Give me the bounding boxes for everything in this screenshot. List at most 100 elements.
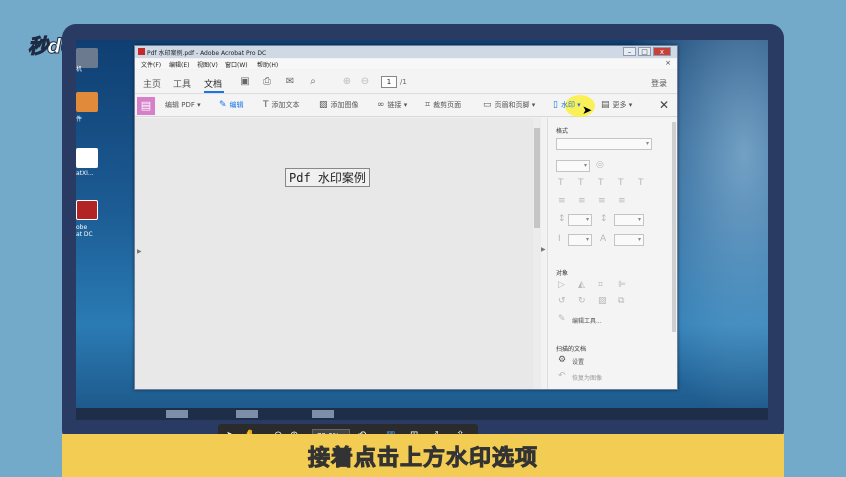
- title-bar: Pdf 水印案例.pdf - Adobe Acrobat Pro DC – □ …: [135, 46, 677, 58]
- desktop-icon-folder[interactable]: [76, 92, 98, 112]
- menu-bar: 文件(F) 编辑(E) 视图(V) 窗口(W) 帮助(H) ×: [135, 59, 677, 69]
- edit-label: 编辑: [229, 101, 244, 109]
- window-title: Pdf 水印案例.pdf - Adobe Acrobat Pro DC: [147, 50, 267, 57]
- edit-tools-label[interactable]: 编辑工具...: [572, 316, 602, 325]
- desktop-icon-label: obe at DC: [76, 224, 93, 238]
- line-spacing-select[interactable]: ▾: [568, 214, 592, 226]
- line-spacing-icon[interactable]: ↕: [558, 214, 566, 224]
- more-icon: ▤: [601, 100, 610, 110]
- watermark-icon: ▯: [553, 100, 558, 110]
- char-spacing-select[interactable]: ▾: [614, 234, 644, 246]
- settings-label[interactable]: 设置: [572, 357, 584, 366]
- font-size-select[interactable]: ▾: [556, 160, 590, 172]
- arrange-icon[interactable]: ⧉: [618, 296, 624, 306]
- header-footer-button[interactable]: ▭ 页眉和页脚 ▾: [483, 100, 535, 110]
- italic-icon[interactable]: T: [578, 178, 584, 188]
- page-number-input[interactable]: 1: [381, 76, 397, 88]
- add-image-label: 添加图像: [330, 101, 359, 109]
- text-style-icon[interactable]: T: [558, 178, 564, 188]
- scale-select[interactable]: ▾: [568, 234, 592, 246]
- desktop-icon-label: 件: [76, 116, 83, 123]
- menu-close-icon[interactable]: ×: [665, 59, 671, 67]
- email-icon[interactable]: ✉: [284, 76, 296, 88]
- document-text-box[interactable]: Pdf 水印案例: [285, 168, 370, 187]
- scale-icon[interactable]: I: [558, 234, 561, 244]
- rotate-right-icon[interactable]: ↻: [578, 296, 586, 306]
- search-icon[interactable]: ⌕: [307, 76, 319, 88]
- crop-object-icon[interactable]: ⌗: [598, 280, 603, 290]
- acrobat-window: Pdf 水印案例.pdf - Adobe Acrobat Pro DC – □ …: [134, 45, 678, 448]
- page-total: /1: [400, 78, 407, 86]
- desktop-icon-computer[interactable]: [76, 48, 98, 68]
- align-objects-icon[interactable]: ⊫: [618, 280, 626, 290]
- menu-window[interactable]: 窗口(W): [225, 60, 248, 69]
- page-down-icon[interactable]: ⊖: [359, 76, 371, 88]
- edit-pdf-dropdown[interactable]: 编辑 PDF ▾: [165, 100, 201, 110]
- subscript-icon[interactable]: T: [638, 178, 644, 188]
- edit-toolbar: ▤ 编辑 PDF ▾ ✎ 编辑 T 添加文本 ▨ 添加图像 ∞ 链接 ▾ ⌗ 裁剪页面 ▭…: [135, 95, 677, 117]
- header-footer-label: 页眉和页脚 ▾: [494, 101, 536, 109]
- scrollbar-thumb[interactable]: [534, 128, 540, 228]
- tab-tools[interactable]: 工具: [173, 77, 191, 90]
- menu-file[interactable]: 文件(F): [141, 60, 161, 69]
- close-window-button[interactable]: x: [653, 47, 671, 56]
- paragraph-spacing-select[interactable]: ▾: [614, 214, 644, 226]
- align-right-icon[interactable]: ≡: [598, 196, 606, 206]
- edit-button[interactable]: ✎ 编辑: [219, 100, 244, 110]
- document-area[interactable]: ▶ Pdf 水印案例 ➤ ✋ ⊖ ⊕ 79.6% ▾ ⟲ ▥ ⊞ ⤢ ⇪: [135, 118, 533, 448]
- edit-tools-icon[interactable]: ✎: [558, 314, 566, 324]
- watermark-button[interactable]: ▯ 水印 ▾: [553, 100, 581, 110]
- tab-document[interactable]: 文档: [204, 77, 222, 90]
- add-image-button[interactable]: ▨ 添加图像: [319, 100, 359, 110]
- justify-icon[interactable]: ≡: [618, 196, 626, 206]
- font-color-icon[interactable]: ◎: [596, 160, 604, 170]
- taskbar-item[interactable]: [166, 410, 188, 418]
- menu-help[interactable]: 帮助(H): [257, 60, 278, 69]
- restore-label[interactable]: 恢复为图像: [572, 373, 602, 382]
- align-center-icon[interactable]: ≡: [578, 196, 586, 206]
- tab-home[interactable]: 主页: [143, 77, 161, 90]
- flip-vertical-icon[interactable]: ▷: [558, 280, 565, 290]
- flip-horizontal-icon[interactable]: ◭: [578, 280, 585, 290]
- text-icon: T: [263, 100, 269, 110]
- maximize-button[interactable]: □: [638, 47, 651, 56]
- link-button[interactable]: ∞ 链接 ▾: [377, 100, 407, 110]
- replace-image-icon[interactable]: ▨: [598, 296, 607, 306]
- char-spacing-icon[interactable]: A: [600, 234, 606, 244]
- restore-icon[interactable]: ↶: [558, 371, 566, 381]
- rotate-left-icon[interactable]: ↺: [558, 296, 566, 306]
- page-up-icon[interactable]: ⊕: [341, 76, 353, 88]
- superscript-icon[interactable]: T: [618, 178, 624, 188]
- edit-pdf-tool-icon[interactable]: ▤: [137, 97, 155, 115]
- taskbar-item[interactable]: [236, 410, 258, 418]
- font-family-select[interactable]: ▾: [556, 138, 652, 150]
- crop-page-button[interactable]: ⌗ 裁剪页面: [425, 100, 461, 110]
- desktop-icon-acrobat[interactable]: [76, 200, 98, 220]
- more-button[interactable]: ▤ 更多 ▾: [601, 100, 632, 110]
- format-panel: 格式 ▾ ▾ ◎ T T T T T ≡ ≡ ≡ ≡ ↕ ▾ ↕ ▾ I ▾ A…: [547, 118, 677, 389]
- save-icon[interactable]: ▣: [239, 76, 251, 88]
- desktop-icon-label: 机: [76, 66, 83, 73]
- login-link[interactable]: 登录: [651, 78, 667, 89]
- edit-pdf-label: 编辑 PDF ▾: [165, 101, 201, 109]
- acrobat-app-icon: [138, 48, 145, 55]
- desktop-icon-file[interactable]: [76, 148, 98, 168]
- nav-bar: 主页 工具 文档 ▣ ⎙ ✉ ⌕ ⊕ ⊖ 1 /1 登录: [135, 70, 677, 94]
- panel-collapse-arrow-icon[interactable]: ▶: [541, 246, 546, 253]
- list-bullet-icon[interactable]: ≡: [558, 196, 566, 206]
- desktop-icon-label: atXI...: [76, 170, 94, 177]
- taskbar-item[interactable]: [312, 410, 334, 418]
- underline-icon[interactable]: T: [598, 178, 604, 188]
- panel-scrollbar[interactable]: [672, 122, 676, 332]
- document-scrollbar[interactable]: [533, 118, 541, 389]
- settings-gear-icon[interactable]: ⚙: [558, 355, 566, 365]
- print-icon[interactable]: ⎙: [261, 76, 273, 88]
- close-toolbar-button[interactable]: ✕: [659, 98, 669, 112]
- menu-edit[interactable]: 编辑(E): [169, 60, 189, 69]
- menu-view[interactable]: 视图(V): [197, 60, 218, 69]
- header-footer-icon: ▭: [483, 100, 492, 110]
- minimize-button[interactable]: –: [623, 47, 636, 56]
- left-panel-arrow-icon[interactable]: ▶: [137, 248, 142, 255]
- add-text-button[interactable]: T 添加文本: [263, 100, 300, 110]
- paragraph-spacing-icon[interactable]: ↕: [600, 214, 608, 224]
